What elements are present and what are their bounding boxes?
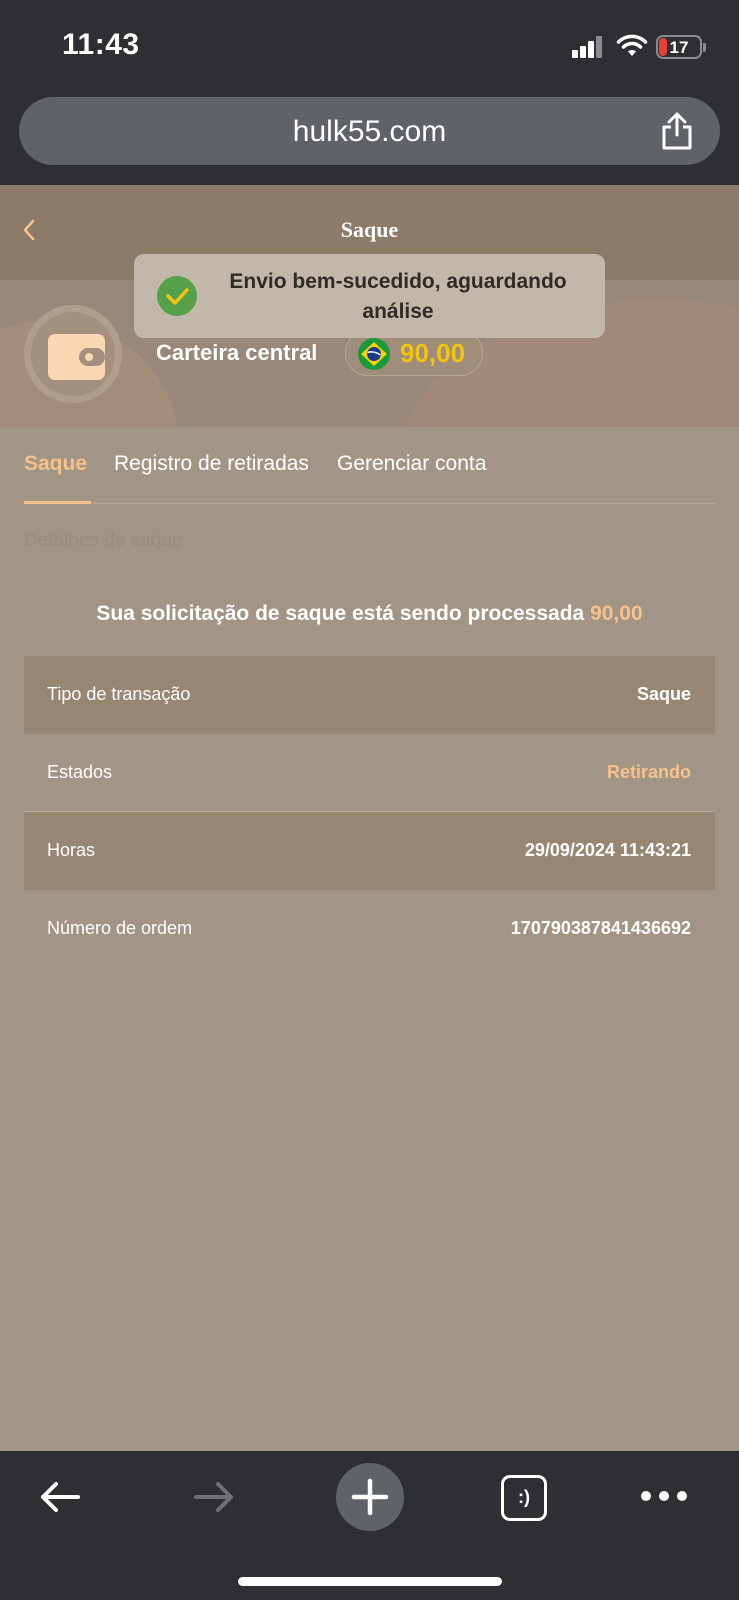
- detail-row-order-number: Número de ordem 170790387841436692: [24, 890, 715, 968]
- processing-message-line: Sua solicitação de saque está sendo proc…: [0, 602, 739, 626]
- status-bar: 11:43 17: [0, 0, 739, 90]
- more-icon[interactable]: [640, 1489, 688, 1503]
- detail-row-time: Horas 29/09/2024 11:43:21: [24, 812, 715, 890]
- tabs-button[interactable]: :): [501, 1475, 547, 1521]
- arrow-left-icon[interactable]: [36, 1473, 84, 1521]
- arrow-right-icon[interactable]: [190, 1473, 238, 1521]
- detail-label: Número de ordem: [47, 918, 193, 938]
- detail-label: Estados: [47, 762, 113, 782]
- url-text: hulk55.com: [292, 115, 447, 148]
- detail-label: Horas: [47, 840, 96, 860]
- tab-divider: [24, 503, 715, 504]
- detail-value: 29/09/2024 11:43:21: [524, 840, 691, 860]
- browser-toolbar: :): [0, 1451, 739, 1600]
- brazil-flag-icon: [358, 338, 390, 370]
- detail-label: Tipo de transação: [47, 684, 191, 704]
- detail-value: Saque: [636, 684, 691, 704]
- balance-value: 90,00: [400, 338, 466, 368]
- wallet-avatar: [24, 305, 122, 403]
- address-bar[interactable]: hulk55.com: [19, 97, 720, 165]
- battery-level: 17: [669, 38, 689, 57]
- success-toast: Envio bem-sucedido, aguardando análise: [134, 254, 605, 338]
- processing-amount: 90,00: [590, 602, 643, 625]
- browser-address-area: hulk55.com: [0, 90, 739, 185]
- status-value: Retirando: [606, 762, 691, 782]
- detail-value: 170790387841436692: [510, 918, 691, 938]
- tab-gerenciar-conta[interactable]: Gerenciar conta: [337, 452, 486, 476]
- share-icon[interactable]: [659, 111, 695, 151]
- tab-bar: Saque Registro de retiradas Gerenciar co…: [0, 427, 739, 505]
- check-circle-icon: [157, 276, 197, 316]
- tab-saque[interactable]: Saque: [24, 452, 87, 476]
- home-indicator: [238, 1577, 502, 1586]
- battery-icon: 17: [656, 35, 702, 59]
- wallet-icon: [48, 334, 105, 380]
- battery-nub: [703, 43, 706, 52]
- cellular-signal-icon: [572, 36, 604, 58]
- status-time: 11:43: [62, 28, 140, 61]
- withdrawal-details: Tipo de transação Saque Estados Retirand…: [24, 656, 715, 968]
- wallet-label: Carteira central: [156, 340, 318, 365]
- new-tab-button[interactable]: [336, 1463, 404, 1531]
- section-label: Detalhes de saque: [24, 530, 183, 551]
- tab-registro-de-retiradas[interactable]: Registro de retiradas: [114, 452, 309, 476]
- plus-icon: [351, 1478, 389, 1516]
- processing-message: Sua solicitação de saque está sendo proc…: [96, 602, 585, 625]
- toast-message: Envio bem-sucedido, aguardando análise: [229, 270, 567, 323]
- active-tab-indicator: [24, 501, 91, 504]
- detail-row-transaction-type: Tipo de transação Saque: [24, 656, 715, 734]
- page-title: Saque: [340, 217, 399, 242]
- tabs-button-label: :): [518, 1487, 530, 1507]
- detail-row-status: Estados Retirando: [24, 734, 715, 812]
- wifi-icon: [616, 34, 648, 56]
